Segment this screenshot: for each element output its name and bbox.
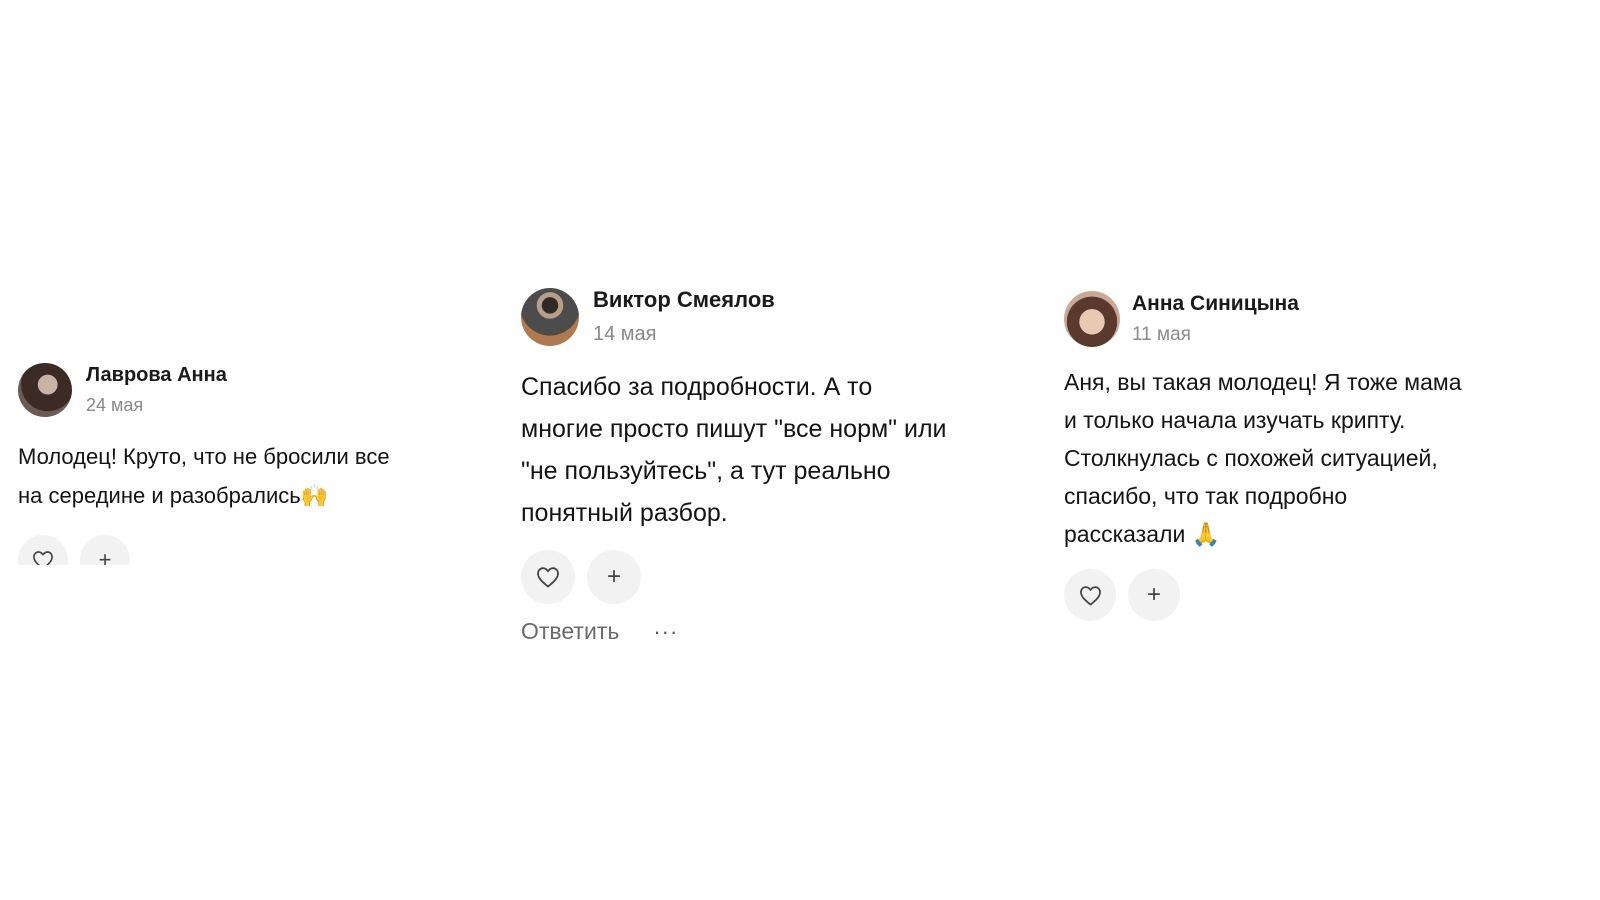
comment-card-2: Виктор Смеялов 14 мая Спасибо за подробн… xyxy=(521,287,1021,645)
reply-link[interactable]: Ответить xyxy=(521,618,619,645)
avatar[interactable] xyxy=(18,363,72,417)
comment-card-3: Анна Синицына 11 мая Аня, вы такая молод… xyxy=(1064,291,1534,621)
more-icon[interactable]: ··· xyxy=(653,619,678,645)
comment-card-1: Лаврова Анна 24 мая Молодец! Круто, что … xyxy=(18,363,488,565)
comment-actions: + xyxy=(1064,569,1534,621)
comment-meta: Анна Синицына 11 мая xyxy=(1132,292,1299,346)
comment-header: Виктор Смеялов 14 мая xyxy=(521,287,1021,346)
comment-text: Молодец! Круто, что не бросили все на се… xyxy=(18,444,390,508)
comment-header: Анна Синицына 11 мая xyxy=(1064,291,1534,347)
comment-text: Аня, вы такая молодец! Я тоже мама и тол… xyxy=(1064,369,1462,547)
comment-meta: Виктор Смеялов 14 мая xyxy=(593,287,775,346)
comment-author[interactable]: Лаврова Анна xyxy=(86,364,227,387)
heart-icon xyxy=(33,551,53,565)
plus-icon: + xyxy=(98,547,112,565)
add-reaction-button[interactable]: + xyxy=(1128,569,1180,621)
like-button[interactable] xyxy=(1064,569,1116,621)
comment-footer: Ответить ··· xyxy=(521,618,1021,645)
comment-header: Лаврова Анна 24 мая xyxy=(18,363,488,417)
avatar[interactable] xyxy=(1064,291,1120,347)
comment-date: 11 мая xyxy=(1132,324,1191,345)
comment-actions: + xyxy=(521,550,1021,604)
avatar[interactable] xyxy=(521,287,579,346)
like-button[interactable] xyxy=(521,550,575,604)
plus-icon: + xyxy=(606,563,621,590)
comment-author[interactable]: Виктор Смеялов xyxy=(593,287,775,313)
add-reaction-button[interactable]: + xyxy=(80,535,130,565)
comment-date: 24 мая xyxy=(86,395,144,415)
comment-author[interactable]: Анна Синицына xyxy=(1132,292,1299,316)
like-button[interactable] xyxy=(18,535,68,565)
comment-meta: Лаврова Анна 24 мая xyxy=(86,364,227,416)
heart-icon xyxy=(537,567,559,588)
heart-icon xyxy=(1079,585,1101,605)
plus-icon: + xyxy=(1146,581,1161,608)
comment-text: Спасибо за подробности. А то многие прос… xyxy=(521,373,947,527)
comment-actions: + xyxy=(18,535,488,565)
add-reaction-button[interactable]: + xyxy=(587,550,641,604)
comment-date: 14 мая xyxy=(593,323,657,345)
